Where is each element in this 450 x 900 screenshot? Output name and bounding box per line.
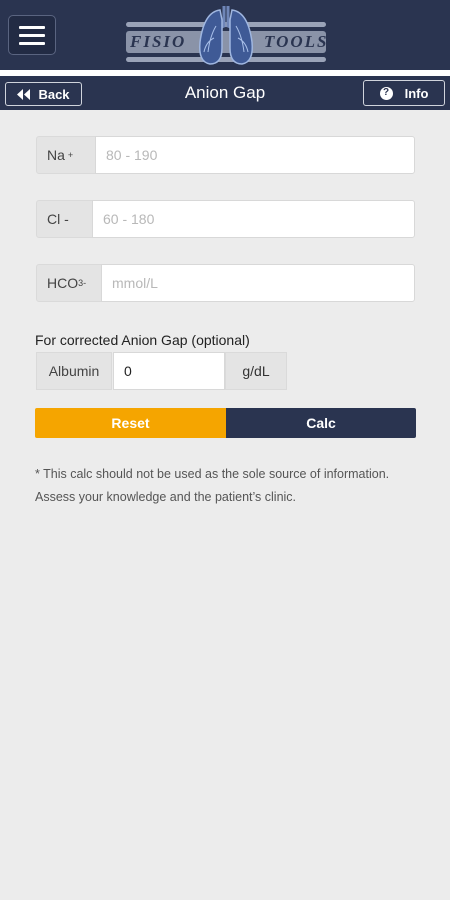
sodium-label-text: Na [47,147,65,163]
sodium-input[interactable] [95,136,415,174]
lungs-icon [198,6,254,65]
sodium-input-group: Na + [36,136,416,174]
logo-text-left: FISIO [130,32,187,51]
albumin-unit-label: g/dL [225,352,287,390]
sodium-label-sup: + [67,150,74,160]
bicarbonate-input-group: HCO 3- [36,264,416,302]
double-chevron-left-icon [17,88,31,100]
chloride-input-group: Cl - [36,200,416,238]
reset-button[interactable]: Reset [35,408,226,438]
back-button-label: Back [38,86,70,102]
calc-button[interactable]: Calc [226,408,416,438]
info-button[interactable]: ? Info [363,80,445,106]
app-logo: FISIO TOOLS [126,2,326,68]
back-button[interactable]: Back [5,82,82,106]
title-bar: Anion Gap Back ? Info [0,76,450,110]
bicarbonate-label: HCO 3- [36,264,102,302]
question-circle-icon: ? [379,86,393,100]
logo-text-right: TOOLS [264,32,329,51]
albumin-input[interactable] [113,352,225,390]
albumin-label: Albumin [36,352,112,390]
optional-section-heading: For corrected Anion Gap (optional) [35,332,250,348]
app-header: FISIO TOOLS [0,0,450,70]
sodium-label: Na + [36,136,96,174]
chloride-label: Cl - [36,200,93,238]
disclaimer-text: * This calc should not be used as the so… [35,467,390,504]
hamburger-menu-icon[interactable] [8,15,56,55]
chloride-input[interactable] [92,200,415,238]
bicarbonate-input[interactable] [101,264,415,302]
bicarbonate-label-text: HCO [47,275,79,291]
info-button-label: Info [404,85,429,101]
bicarbonate-label-sup: - [83,278,87,288]
